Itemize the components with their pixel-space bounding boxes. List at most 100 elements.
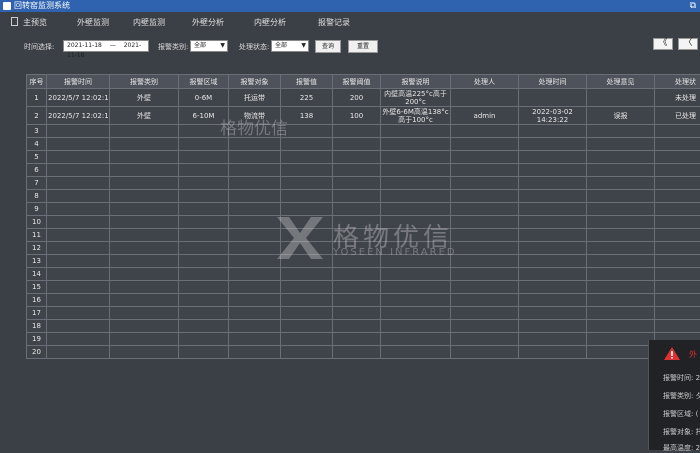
query-button[interactable]: 查询 — [315, 40, 341, 53]
table-row[interactable]: 19 — [27, 333, 700, 346]
table-cell — [229, 346, 281, 359]
first-page-button[interactable]: 《 — [653, 38, 673, 50]
table-cell — [229, 203, 281, 216]
table-cell — [47, 281, 110, 294]
nav-item-inner-analysis[interactable]: 内壁分析 — [254, 17, 286, 28]
table-cell — [655, 268, 700, 281]
table-cell — [381, 190, 451, 203]
table-cell — [229, 294, 281, 307]
table-cell — [179, 320, 229, 333]
table-row[interactable]: 5 — [27, 151, 700, 164]
table-row[interactable]: 8 — [27, 190, 700, 203]
table-cell — [47, 242, 110, 255]
table-cell — [519, 203, 587, 216]
nav-item-home[interactable]: 主预览 — [23, 17, 47, 28]
table-cell — [229, 333, 281, 346]
table-cell — [333, 138, 381, 151]
col-header-alarm-desc[interactable]: 报警说明 — [381, 75, 451, 89]
col-header-handle-status[interactable]: 处理状 — [655, 75, 700, 89]
table-cell — [451, 346, 519, 359]
restore-icon[interactable]: ⧉ — [690, 0, 696, 12]
table-cell — [519, 151, 587, 164]
table-cell — [587, 346, 655, 359]
col-header-alarm-value[interactable]: 报警值 — [281, 75, 333, 89]
table-row[interactable]: 15 — [27, 281, 700, 294]
table-cell — [381, 346, 451, 359]
alarm-type-select[interactable]: 全部 ▼ — [190, 40, 228, 52]
table-cell — [519, 125, 587, 138]
table-row[interactable]: 7 — [27, 177, 700, 190]
table-cell — [281, 294, 333, 307]
time-select-label: 时间选择: — [24, 42, 54, 52]
app-icon — [3, 2, 11, 10]
cell-alarm-time: 2022/5/7 12:02:12 — [47, 89, 110, 107]
nav-item-outer-monitor[interactable]: 外壁监测 — [77, 17, 109, 28]
table-cell — [381, 138, 451, 151]
cell-index: 12 — [27, 242, 47, 255]
table-cell — [655, 177, 700, 190]
col-header-handle-opinion[interactable]: 处理意见 — [587, 75, 655, 89]
main-nav: 主预览 外壁监测 内壁监测 外壁分析 内壁分析 报警记录 — [0, 12, 700, 32]
table-row[interactable]: 6 — [27, 164, 700, 177]
table-cell — [229, 151, 281, 164]
nav-item-alarm-records[interactable]: 报警记录 — [318, 17, 350, 28]
table-cell — [333, 177, 381, 190]
table-cell — [281, 190, 333, 203]
table-cell — [333, 281, 381, 294]
table-cell — [110, 151, 179, 164]
table-cell — [519, 294, 587, 307]
table-cell — [47, 125, 110, 138]
table-cell — [655, 242, 700, 255]
date-range-input[interactable]: 2021-11-18 — 2021-11-18 — [63, 40, 149, 52]
col-header-alarm-zone[interactable]: 报警区域 — [179, 75, 229, 89]
cell-index: 2 — [27, 107, 47, 125]
col-header-index[interactable]: 序号 — [27, 75, 47, 89]
prev-page-button[interactable]: 〈 — [678, 38, 698, 50]
table-row[interactable]: 3 — [27, 125, 700, 138]
table-cell — [110, 333, 179, 346]
col-header-alarm-threshold[interactable]: 报警阈值 — [333, 75, 381, 89]
table-cell — [451, 190, 519, 203]
status-select[interactable]: 全部 ▼ — [271, 40, 309, 52]
table-row[interactable]: 9 — [27, 203, 700, 216]
table-row[interactable]: 17 — [27, 307, 700, 320]
table-cell — [655, 125, 700, 138]
cell-alarm-zone: 0-6M — [179, 89, 229, 107]
table-cell — [587, 255, 655, 268]
cell-alarm-value: 138 — [281, 107, 333, 125]
table-row[interactable]: 14 — [27, 268, 700, 281]
table-cell — [655, 255, 700, 268]
col-header-handler[interactable]: 处理人 — [451, 75, 519, 89]
nav-item-inner-monitor[interactable]: 内壁监测 — [133, 17, 165, 28]
table-row[interactable]: 1 2022/5/7 12:02:12 外壁 0-6M 托运带 225 200 … — [27, 89, 700, 107]
table-cell — [381, 268, 451, 281]
reset-button[interactable]: 重置 — [348, 40, 378, 53]
table-cell — [381, 125, 451, 138]
table-cell — [519, 164, 587, 177]
cell-handle-opinion: 误报 — [587, 107, 655, 125]
alarm-popup[interactable]: 外 报警时间: 2 报警类别: 夕 报警区域: ( 报警对象: 托 最高温度: … — [648, 340, 700, 450]
nav-item-outer-analysis[interactable]: 外壁分析 — [192, 17, 224, 28]
table-row[interactable]: 20 — [27, 346, 700, 359]
table-row[interactable]: 2 2022/5/7 12:02:11 外壁 6-10M 物流带 138 100… — [27, 107, 700, 125]
table-row[interactable]: 16 — [27, 294, 700, 307]
cell-index: 17 — [27, 307, 47, 320]
cell-index: 10 — [27, 216, 47, 229]
col-header-alarm-object[interactable]: 报警对象 — [229, 75, 281, 89]
table-row[interactable]: 18 — [27, 320, 700, 333]
col-header-handle-time[interactable]: 处理时间 — [519, 75, 587, 89]
col-header-alarm-type[interactable]: 报警类别 — [110, 75, 179, 89]
table-cell — [655, 281, 700, 294]
table-cell — [47, 333, 110, 346]
chevron-down-icon: ▼ — [301, 41, 306, 51]
cell-alarm-type: 外壁 — [110, 89, 179, 107]
table-cell — [281, 177, 333, 190]
table-cell — [110, 203, 179, 216]
table-row[interactable]: 4 — [27, 138, 700, 151]
table-cell — [519, 307, 587, 320]
col-header-alarm-time[interactable]: 报警时间 — [47, 75, 110, 89]
table-cell — [179, 203, 229, 216]
table-cell — [47, 151, 110, 164]
table-cell — [451, 203, 519, 216]
table-cell — [47, 164, 110, 177]
